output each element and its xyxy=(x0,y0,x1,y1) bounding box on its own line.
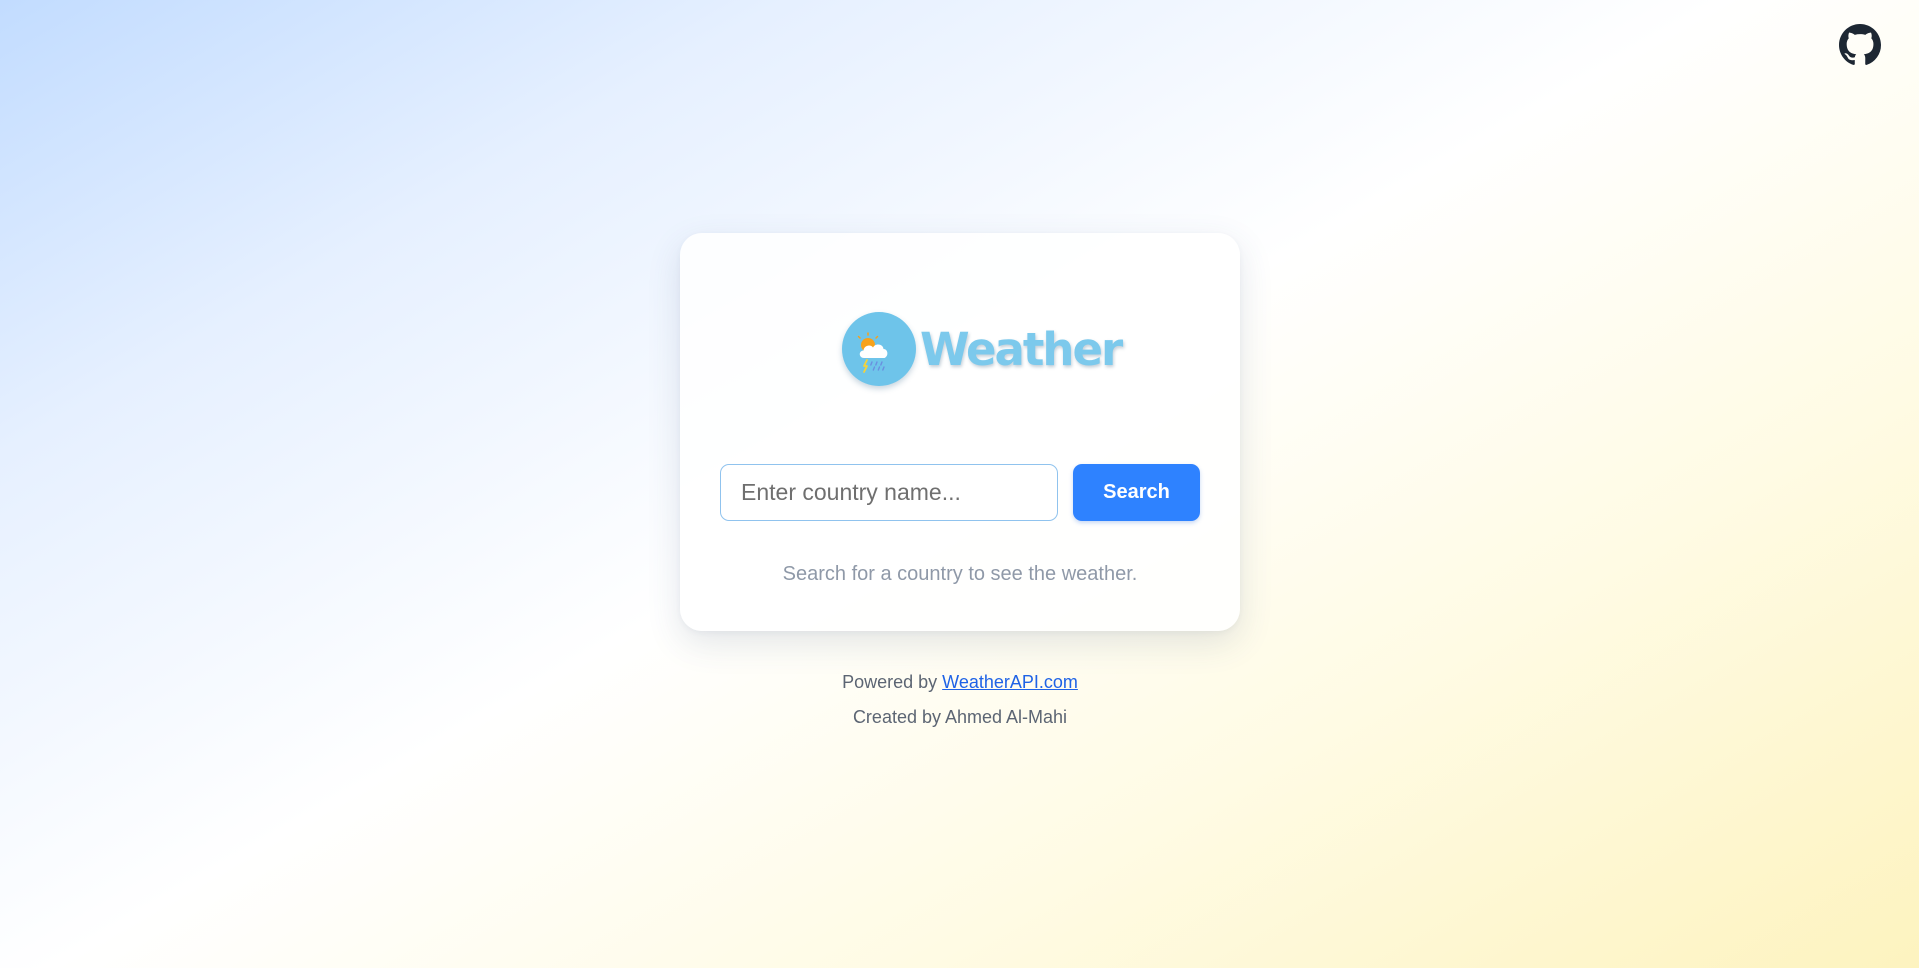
app-title: Weather xyxy=(920,322,1123,376)
weather-card: Weather Search Search for a country to s… xyxy=(680,233,1240,631)
search-button[interactable]: Search xyxy=(1073,464,1200,521)
cloud-sun-rain-icon xyxy=(842,312,916,386)
created-by-line: Created by Ahmed Al-Mahi xyxy=(852,707,1068,727)
github-icon xyxy=(1839,24,1881,66)
weatherapi-link[interactable]: WeatherAPI.com xyxy=(942,672,1078,692)
country-search-input[interactable] xyxy=(720,464,1058,521)
powered-by-label: Powered by xyxy=(842,672,943,692)
app-logo: Weather xyxy=(842,311,1123,387)
github-link[interactable] xyxy=(1839,24,1881,66)
powered-by-line: Powered by WeatherAPI.com xyxy=(680,672,1240,693)
search-hint: Search for a country to see the weather. xyxy=(782,563,1138,585)
